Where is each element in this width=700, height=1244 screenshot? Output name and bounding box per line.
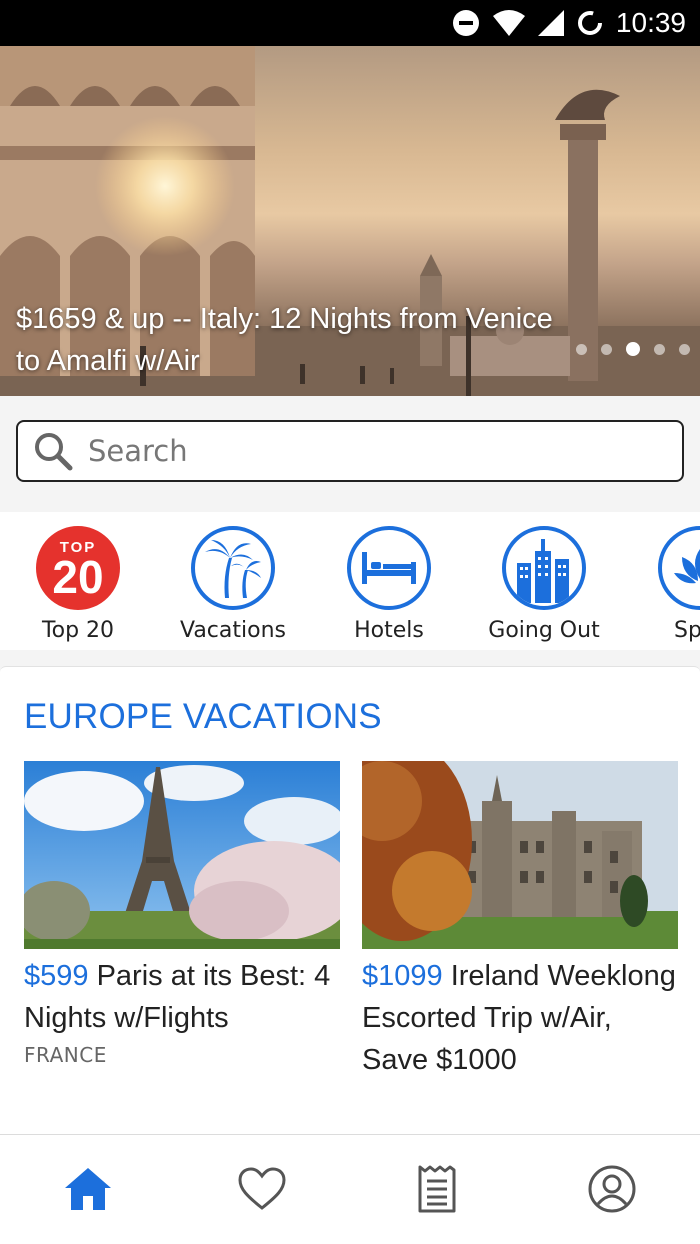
deal-price: $1099	[362, 960, 443, 992]
status-time: 10:39	[615, 7, 686, 38]
deal-title[interactable]: $599 Paris at its Best: 4 Nights w/Fligh…	[24, 955, 340, 1039]
wifi-icon	[492, 10, 525, 36]
hero-carousel[interactable]: $1659 & up -- Italy: 12 Nights from Veni…	[0, 46, 700, 396]
spa-lotus-icon	[658, 526, 700, 610]
category-going-out[interactable]: Going Out	[474, 526, 614, 643]
deal-country: FRANCE	[24, 1043, 107, 1067]
status-bar: 10:39	[0, 0, 700, 46]
profile-icon	[588, 1165, 636, 1213]
category-label: Sp	[674, 618, 700, 643]
top-20-badge-number: 20	[52, 550, 104, 603]
category-top-20[interactable]: TOP 20 Top 20	[8, 526, 148, 643]
eiffel-tower-photo	[24, 761, 340, 949]
search-box[interactable]	[16, 420, 684, 482]
deal-price: $599	[24, 960, 89, 992]
signal-icon	[537, 10, 564, 36]
carousel-dot[interactable]	[654, 343, 665, 355]
category-label: Top 20	[41, 618, 115, 643]
carousel-dot[interactable]	[601, 343, 612, 355]
carousel-dot[interactable]	[576, 343, 587, 355]
search-icon	[35, 433, 73, 471]
sync-icon	[577, 11, 602, 35]
bed-icon	[347, 526, 431, 610]
home-icon	[65, 1168, 111, 1210]
carousel-dots	[576, 342, 690, 356]
category-label: Going Out	[488, 618, 600, 643]
deal-card-ireland[interactable]: $1099 Ireland Weeklong Escorted Trip w/A…	[362, 761, 678, 1081]
category-label: Vacations	[179, 618, 286, 643]
category-row: TOP 20 Top 20 Vacations Hotels Going Out…	[0, 512, 700, 650]
heart-icon	[238, 1167, 286, 1210]
category-spa[interactable]: Sp	[630, 526, 700, 643]
carousel-dot[interactable]	[679, 343, 690, 355]
nav-home[interactable]	[60, 1161, 116, 1217]
category-hotels[interactable]: Hotels	[319, 526, 459, 643]
deal-card-paris[interactable]: $599 Paris at its Best: 4 Nights w/Fligh…	[24, 761, 340, 1067]
palm-trees-icon	[191, 526, 275, 610]
top-20-icon: TOP 20	[36, 526, 120, 610]
nav-favorites[interactable]	[234, 1161, 290, 1217]
search-input[interactable]	[88, 434, 648, 468]
city-buildings-icon	[502, 526, 586, 610]
category-vacations[interactable]: Vacations	[163, 526, 303, 643]
hero-caption[interactable]: $1659 & up -- Italy: 12 Nights from Veni…	[16, 298, 576, 382]
carousel-dot-active[interactable]	[626, 342, 640, 356]
deal-title[interactable]: $1099 Ireland Weeklong Escorted Trip w/A…	[362, 955, 678, 1081]
status-icons: 10:39	[452, 7, 686, 38]
receipt-icon	[418, 1165, 456, 1213]
search-area	[0, 396, 700, 512]
nav-profile[interactable]	[584, 1161, 640, 1217]
nav-bookings[interactable]	[409, 1161, 465, 1217]
europe-vacations-section: EUROPE VACATIONS $599 Paris at its Best:…	[0, 666, 700, 1136]
do-not-disturb-icon	[452, 10, 479, 36]
bottom-navigation	[0, 1134, 700, 1244]
section-title[interactable]: EUROPE VACATIONS	[24, 697, 382, 737]
irish-castle-photo	[362, 761, 678, 949]
category-label: Hotels	[354, 618, 424, 643]
